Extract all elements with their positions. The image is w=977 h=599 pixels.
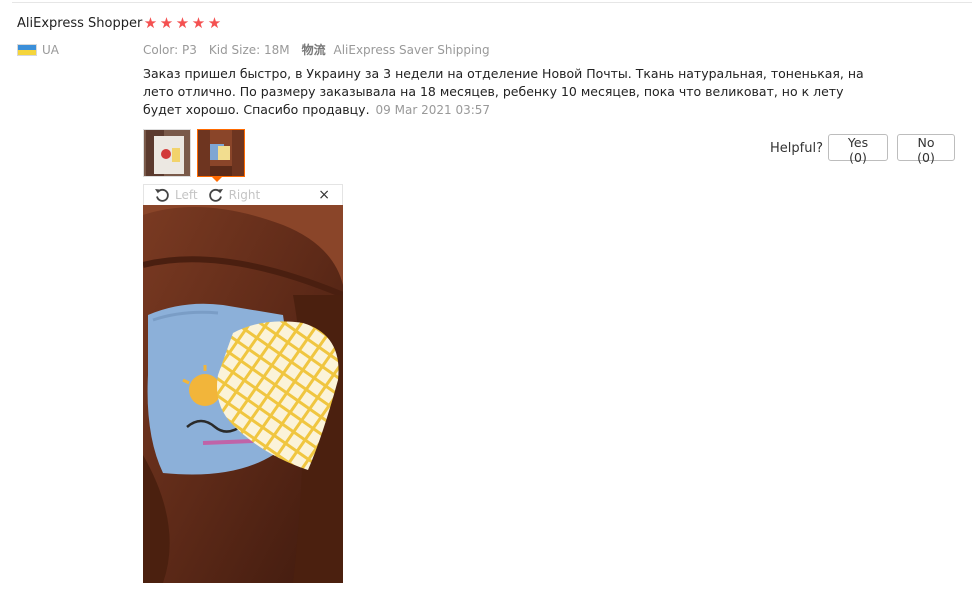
close-viewer-icon[interactable]: × xyxy=(318,188,330,202)
star-icon: ★ xyxy=(159,14,174,32)
color-value: P3 xyxy=(182,42,197,57)
star-icon: ★ xyxy=(143,14,158,32)
review-body: Заказ пришел быстро, в Украину за 3 неде… xyxy=(143,65,873,119)
divider xyxy=(12,2,972,3)
size-attribute: Kid Size: 18M xyxy=(209,43,290,57)
size-label: Kid Size: xyxy=(208,42,261,57)
helpful-label: Helpful? xyxy=(770,141,823,156)
review-meta: Color: P3 Kid Size: 18M 物流 AliExpress Sa… xyxy=(143,41,490,58)
thumbnail-image xyxy=(198,130,244,176)
rotate-left-icon xyxy=(155,188,169,202)
star-rating: ★ ★ ★ ★ ★ xyxy=(143,14,222,32)
star-icon: ★ xyxy=(191,14,206,32)
shipping-label: 物流 xyxy=(301,43,326,57)
reviewer-country: UA xyxy=(42,43,59,57)
size-value: 18M xyxy=(264,42,290,57)
photo-thumbnail[interactable] xyxy=(143,129,191,177)
rotate-right-button[interactable]: Right xyxy=(208,187,261,203)
photo-thumbnail-selected[interactable] xyxy=(197,129,245,177)
reviewer-name: AliExpress Shopper xyxy=(17,16,143,31)
review-photo-thumbnails xyxy=(143,129,245,177)
ukraine-flag-icon xyxy=(17,44,37,56)
star-icon: ★ xyxy=(207,14,222,32)
image-viewer-toolbar: Left Right × xyxy=(143,184,343,205)
star-icon: ★ xyxy=(175,14,190,32)
color-label: Color: xyxy=(143,42,179,57)
rotate-right-label: Right xyxy=(228,188,261,202)
shipping-value: AliExpress Saver Shipping xyxy=(333,43,490,57)
thumbnail-image xyxy=(144,130,190,176)
helpful-no-button[interactable]: No (0) xyxy=(897,134,955,165)
rotate-right-icon xyxy=(208,188,223,202)
review-text: Заказ пришел быстро, в Украину за 3 неде… xyxy=(143,66,864,117)
review-photo-image xyxy=(143,205,343,583)
selected-thumbnail-indicator xyxy=(211,176,223,182)
review-photo-enlarged xyxy=(143,205,343,583)
shipping-attribute: 物流 AliExpress Saver Shipping xyxy=(302,41,490,58)
rotate-left-button[interactable]: Left xyxy=(154,187,198,203)
color-attribute: Color: P3 xyxy=(143,43,197,57)
helpful-yes-button[interactable]: Yes (0) xyxy=(828,134,888,165)
rotate-left-label: Left xyxy=(175,188,198,202)
review-date: 09 Mar 2021 03:57 xyxy=(375,103,491,117)
